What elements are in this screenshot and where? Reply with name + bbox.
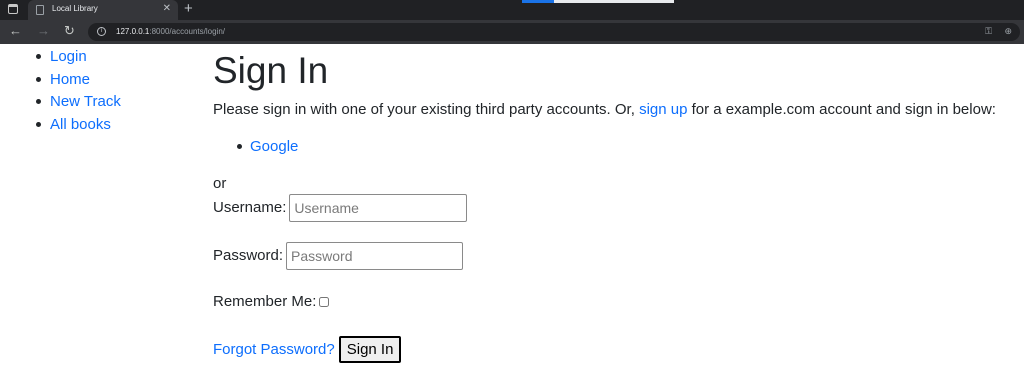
site-info-icon[interactable]: i xyxy=(97,27,106,36)
sidebar-link-new-track[interactable]: New Track xyxy=(50,93,121,110)
forgot-password-link[interactable]: Forgot Password? xyxy=(213,340,335,360)
browser-tab[interactable]: Local Library ✕ xyxy=(28,0,178,20)
sidebar-link-home[interactable]: Home xyxy=(50,71,90,88)
forward-arrow-icon[interactable]: → xyxy=(37,23,50,39)
remember-me-checkbox[interactable] xyxy=(319,297,330,307)
url-text[interactable]: 127.0.0.1:8000/accounts/login/ xyxy=(116,27,225,36)
sidebar-link-login[interactable]: Login xyxy=(50,48,87,65)
password-label: Password: xyxy=(213,247,284,264)
window-strip xyxy=(522,0,674,3)
remember-row: Remember Me: xyxy=(213,292,330,312)
browser-toolbar: ← → ↻ i 127.0.0.1:8000/accounts/login/ ⚿… xyxy=(0,20,1024,44)
sidebar-item-all-books: All books xyxy=(32,115,121,138)
sign-in-button[interactable]: Sign In xyxy=(338,336,402,363)
password-input[interactable] xyxy=(286,242,464,270)
google-login-link[interactable]: Google xyxy=(250,138,298,155)
sidebar-item-login: Login xyxy=(32,47,121,70)
intro-text-start: Please sign in with one of your existing… xyxy=(213,101,640,118)
tab-close-icon[interactable]: ✕ xyxy=(163,3,171,15)
username-label: Username: xyxy=(213,199,287,216)
username-row: Username: xyxy=(213,194,468,222)
intro-text: Please sign in with one of your existing… xyxy=(213,100,996,120)
provider-list: Google xyxy=(233,137,298,157)
page-body: Login Home New Track All books Sign In P… xyxy=(0,44,1024,385)
back-arrow-icon[interactable]: ← xyxy=(9,23,22,39)
provider-item-google: Google xyxy=(233,137,298,157)
username-input[interactable] xyxy=(289,194,468,222)
page-favicon-icon xyxy=(36,5,44,15)
sidebar-nav: Login Home New Track All books xyxy=(32,47,121,137)
zoom-icon[interactable]: ⊕ xyxy=(1004,26,1012,37)
sidebar-item-new-track: New Track xyxy=(32,92,121,115)
or-separator: or xyxy=(213,175,227,192)
page-title: Sign In xyxy=(213,50,329,91)
url-path: :8000/accounts/login/ xyxy=(149,27,225,36)
sidebar-link-all-books[interactable]: All books xyxy=(50,116,111,133)
intro-text-end: for a example.com account and sign in be… xyxy=(687,101,996,118)
password-row: Password: xyxy=(213,242,464,270)
actions-row: Forgot Password? Sign In xyxy=(213,336,402,363)
url-host: 127.0.0.1 xyxy=(116,27,150,36)
remember-me-label: Remember Me: xyxy=(213,293,317,310)
tab-search-icon[interactable] xyxy=(8,4,18,14)
reload-icon[interactable]: ↻ xyxy=(64,23,75,39)
sign-up-link[interactable]: sign up xyxy=(639,101,687,118)
sidebar-item-home: Home xyxy=(32,70,121,93)
tab-title: Local Library xyxy=(52,4,98,13)
key-icon[interactable]: ⚿ xyxy=(985,26,992,37)
address-bar[interactable]: i 127.0.0.1:8000/accounts/login/ ⚿ ⊕ xyxy=(88,23,1020,41)
browser-tab-bar: Local Library ✕ + xyxy=(0,0,1024,20)
new-tab-icon[interactable]: + xyxy=(184,1,193,17)
